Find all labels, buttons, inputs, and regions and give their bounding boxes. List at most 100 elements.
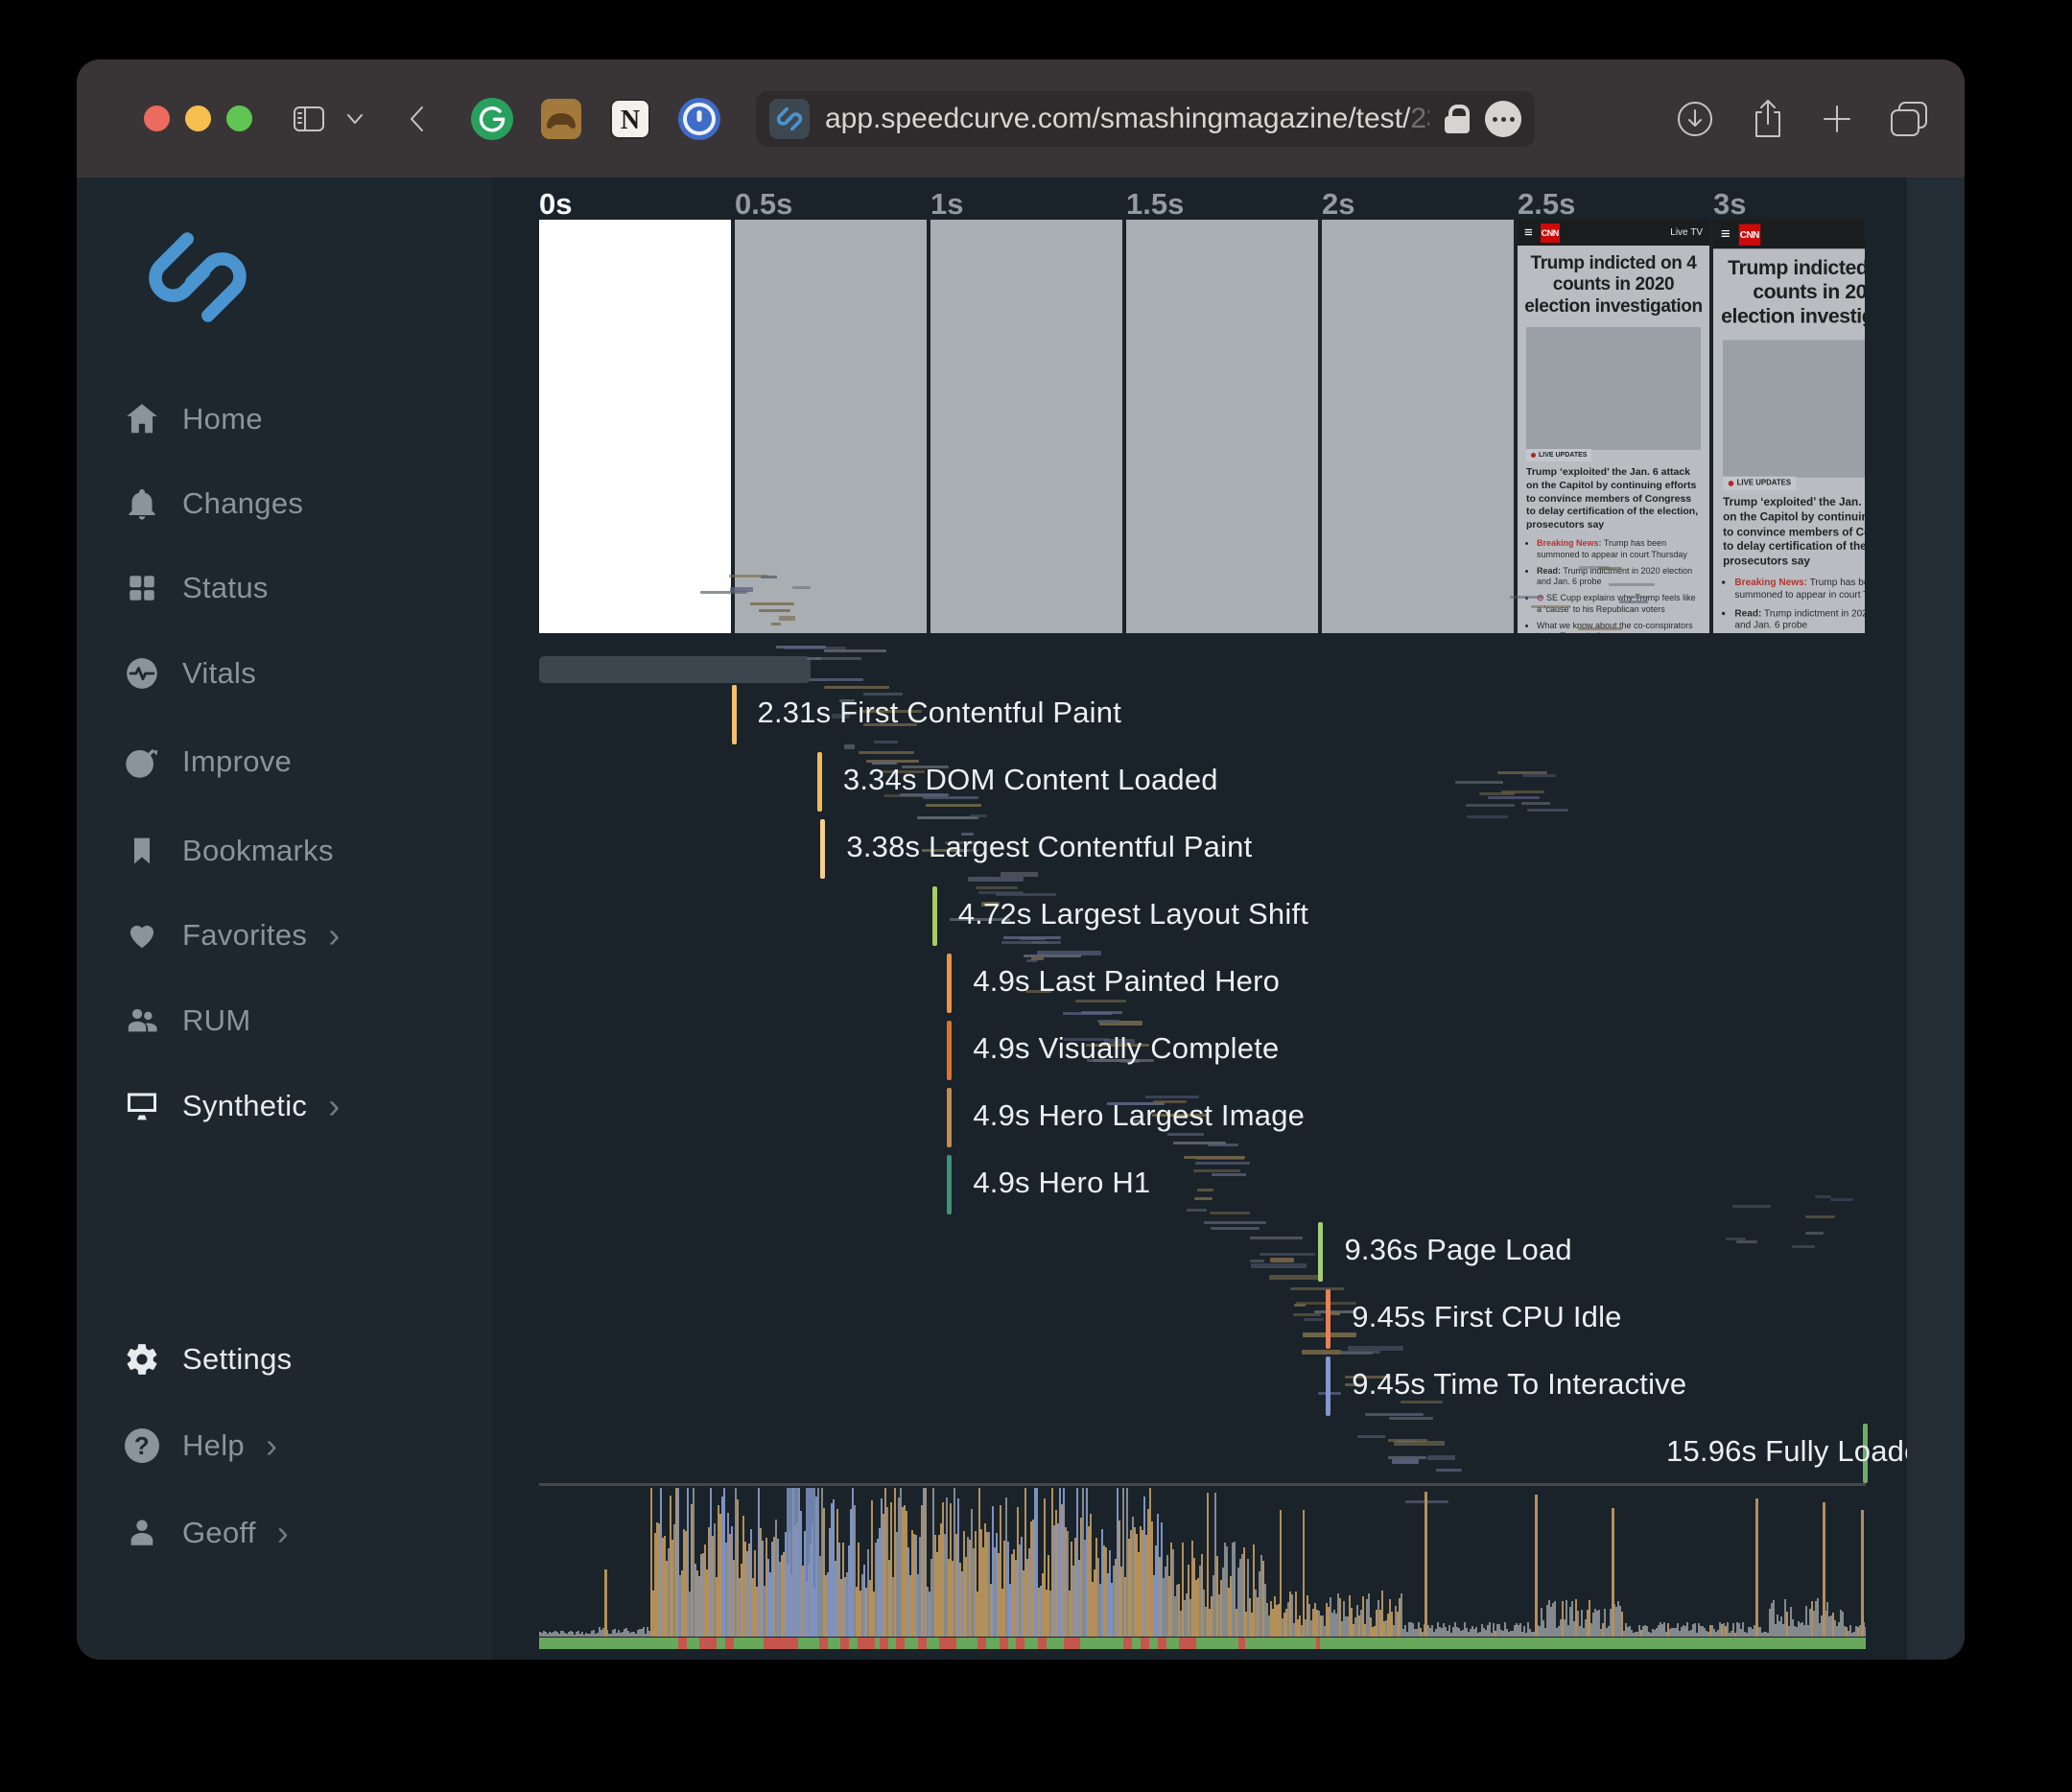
milestone-label: 9.36s Page Load — [1344, 1233, 1571, 1267]
filmstrip-frame-blank-gray[interactable] — [930, 220, 1122, 633]
downloads-icon[interactable] — [1668, 92, 1722, 146]
person-icon — [121, 1512, 163, 1554]
waterfall-bar — [1330, 1312, 1340, 1315]
milestone-label: 4.9s Visually Complete — [973, 1031, 1279, 1066]
main-thread-busy-segment — [1316, 1638, 1320, 1649]
speedcurve-logo[interactable] — [146, 225, 249, 334]
milestone-label: 2.31s First Contentful Paint — [758, 696, 1122, 730]
gear-icon — [121, 1338, 163, 1380]
sidebar-item-label: Synthetic — [182, 1089, 307, 1123]
brown-extension-icon[interactable] — [538, 96, 584, 142]
milestone-label: 3.38s Largest Contentful Paint — [846, 830, 1252, 864]
share-icon[interactable] — [1741, 92, 1795, 146]
minimize-window-button[interactable] — [185, 106, 211, 131]
filmstrip-frame-cnn[interactable]: ≡CNNLive TVTrump indicted on 4 counts in… — [1518, 220, 1709, 633]
address-bar[interactable]: app.speedcurve.com/smashingmagazine/test… — [756, 91, 1535, 147]
waterfall-bar — [761, 576, 777, 578]
waterfall-bar — [1467, 815, 1508, 818]
waterfall-bar — [1195, 1157, 1244, 1160]
chart-divider — [539, 1483, 1866, 1486]
waterfall-bar — [792, 586, 810, 589]
main-thread-busy-segment — [725, 1638, 734, 1649]
filmstrip-frame-blank-gray[interactable] — [1322, 220, 1514, 633]
new-tab-icon[interactable] — [1810, 92, 1864, 146]
page-settings-icon[interactable] — [1485, 101, 1521, 137]
sidebar-item-rum[interactable]: RUM — [121, 999, 251, 1043]
cnn-image-placeholder: LIVE UPDATES — [1723, 341, 1865, 478]
sidebar-item-help[interactable]: ?Help› — [121, 1424, 277, 1468]
notion-extension-icon[interactable]: N — [607, 96, 653, 142]
right-gutter — [1907, 177, 1965, 1660]
milestone-tick-page-load — [1318, 1222, 1323, 1282]
filmstrip-frame-blank-gray[interactable] — [1126, 220, 1318, 633]
milestone-tick-first-contentful-paint — [732, 685, 737, 744]
filmstrip-frame-blank-gray[interactable] — [735, 220, 927, 633]
waterfall-bar — [1194, 1197, 1212, 1200]
waterfall-bar — [1001, 872, 1038, 877]
milestone-tick-largest-contentful-paint — [820, 819, 825, 879]
users-icon — [121, 1000, 163, 1042]
onepassword-extension-icon[interactable] — [676, 96, 722, 142]
main-thread-busy-segment — [977, 1638, 986, 1649]
main-thread-busy-segment — [819, 1638, 828, 1649]
main-thread-busy-segment — [918, 1638, 927, 1649]
cpu-spike — [1865, 1627, 1866, 1637]
time-axis-label: 2s — [1322, 187, 1354, 222]
cpu-spike — [1861, 1510, 1864, 1637]
waterfall-bar — [1736, 1240, 1757, 1243]
close-window-button[interactable] — [144, 106, 170, 131]
sidebar-item-status[interactable]: Status — [121, 566, 269, 610]
time-axis-label: 1s — [930, 187, 963, 222]
milestone-tick-hero-h1 — [947, 1155, 952, 1214]
sidebar-item-synthetic[interactable]: Synthetic› — [121, 1084, 341, 1128]
cpu-spike — [1823, 1502, 1825, 1637]
browser-window: N app.speedcurve.com/smashingmagazine/te… — [77, 59, 1965, 1660]
sidebar-item-geoff[interactable]: Geoff› — [121, 1511, 289, 1555]
sidebar-item-home[interactable]: Home — [121, 397, 263, 441]
sidebar-item-label: Help — [182, 1428, 245, 1463]
waterfall-bar — [1392, 1459, 1419, 1464]
cpu-spike — [1612, 1508, 1614, 1637]
grammarly-extension-icon[interactable] — [469, 96, 515, 142]
waterfall-bar — [1081, 1011, 1123, 1014]
menu-icon: ≡ — [1721, 226, 1731, 243]
waterfall-bar — [1792, 1245, 1814, 1248]
time-axis-label: 0s — [539, 187, 572, 222]
sidebar-item-label: Vitals — [182, 656, 256, 691]
sidebar-item-favorites[interactable]: Favorites› — [121, 913, 340, 957]
cnn-bullet: Breaking News: Trump has been summoned t… — [1537, 538, 1702, 560]
milestone-tick-dom-content-loaded — [817, 752, 822, 812]
filmstrip-frame-cnn-zoomed[interactable]: ≡CNNLive TVTrump indicted on 4 counts in… — [1713, 220, 1865, 633]
chevron-down-icon[interactable] — [336, 92, 374, 146]
milestone-label: 9.45s First CPU Idle — [1352, 1300, 1621, 1334]
waterfall-bar — [1211, 1227, 1260, 1230]
sidebar-item-bookmarks[interactable]: Bookmarks — [121, 829, 334, 873]
tabs-overview-icon[interactable] — [1882, 92, 1936, 146]
waterfall-bar — [917, 816, 977, 819]
waterfall-bar — [1304, 1318, 1324, 1321]
waterfall-bar — [1195, 1162, 1250, 1165]
sidebar-item-label: Home — [182, 402, 263, 436]
chevron-right-icon: › — [266, 1428, 277, 1463]
waterfall-bar — [1805, 1232, 1824, 1235]
speedcurve-favicon — [769, 99, 810, 139]
sidebar-item-improve[interactable]: Improve — [121, 740, 292, 784]
milestone-tick-hero-largest-image — [947, 1088, 952, 1147]
waterfall-bar — [1527, 809, 1568, 812]
filmstrip-frame-blank-white[interactable] — [539, 220, 731, 633]
zoom-window-button[interactable] — [226, 106, 252, 131]
svg-text:N: N — [621, 106, 640, 135]
sidebar-toggle-icon[interactable] — [282, 92, 336, 146]
main-thread-busy-strip — [539, 1638, 1866, 1649]
sidebar-item-vitals[interactable]: Vitals — [121, 651, 256, 696]
cnn-bullet: ⊙ SE Cupp explains why Trump feels like … — [1537, 593, 1702, 615]
milestone-label: 9.45s Time To Interactive — [1352, 1367, 1686, 1402]
waterfall-bar — [874, 741, 899, 743]
waterfall-bar — [1365, 1413, 1423, 1416]
horizontal-scrollbar-thumb[interactable] — [539, 656, 811, 683]
sidebar-item-settings[interactable]: Settings — [121, 1337, 292, 1381]
chevron-right-icon: › — [277, 1516, 289, 1550]
back-icon[interactable] — [389, 92, 443, 146]
sidebar-item-changes[interactable]: Changes — [121, 482, 303, 526]
main-thread-busy-segment — [678, 1638, 687, 1649]
